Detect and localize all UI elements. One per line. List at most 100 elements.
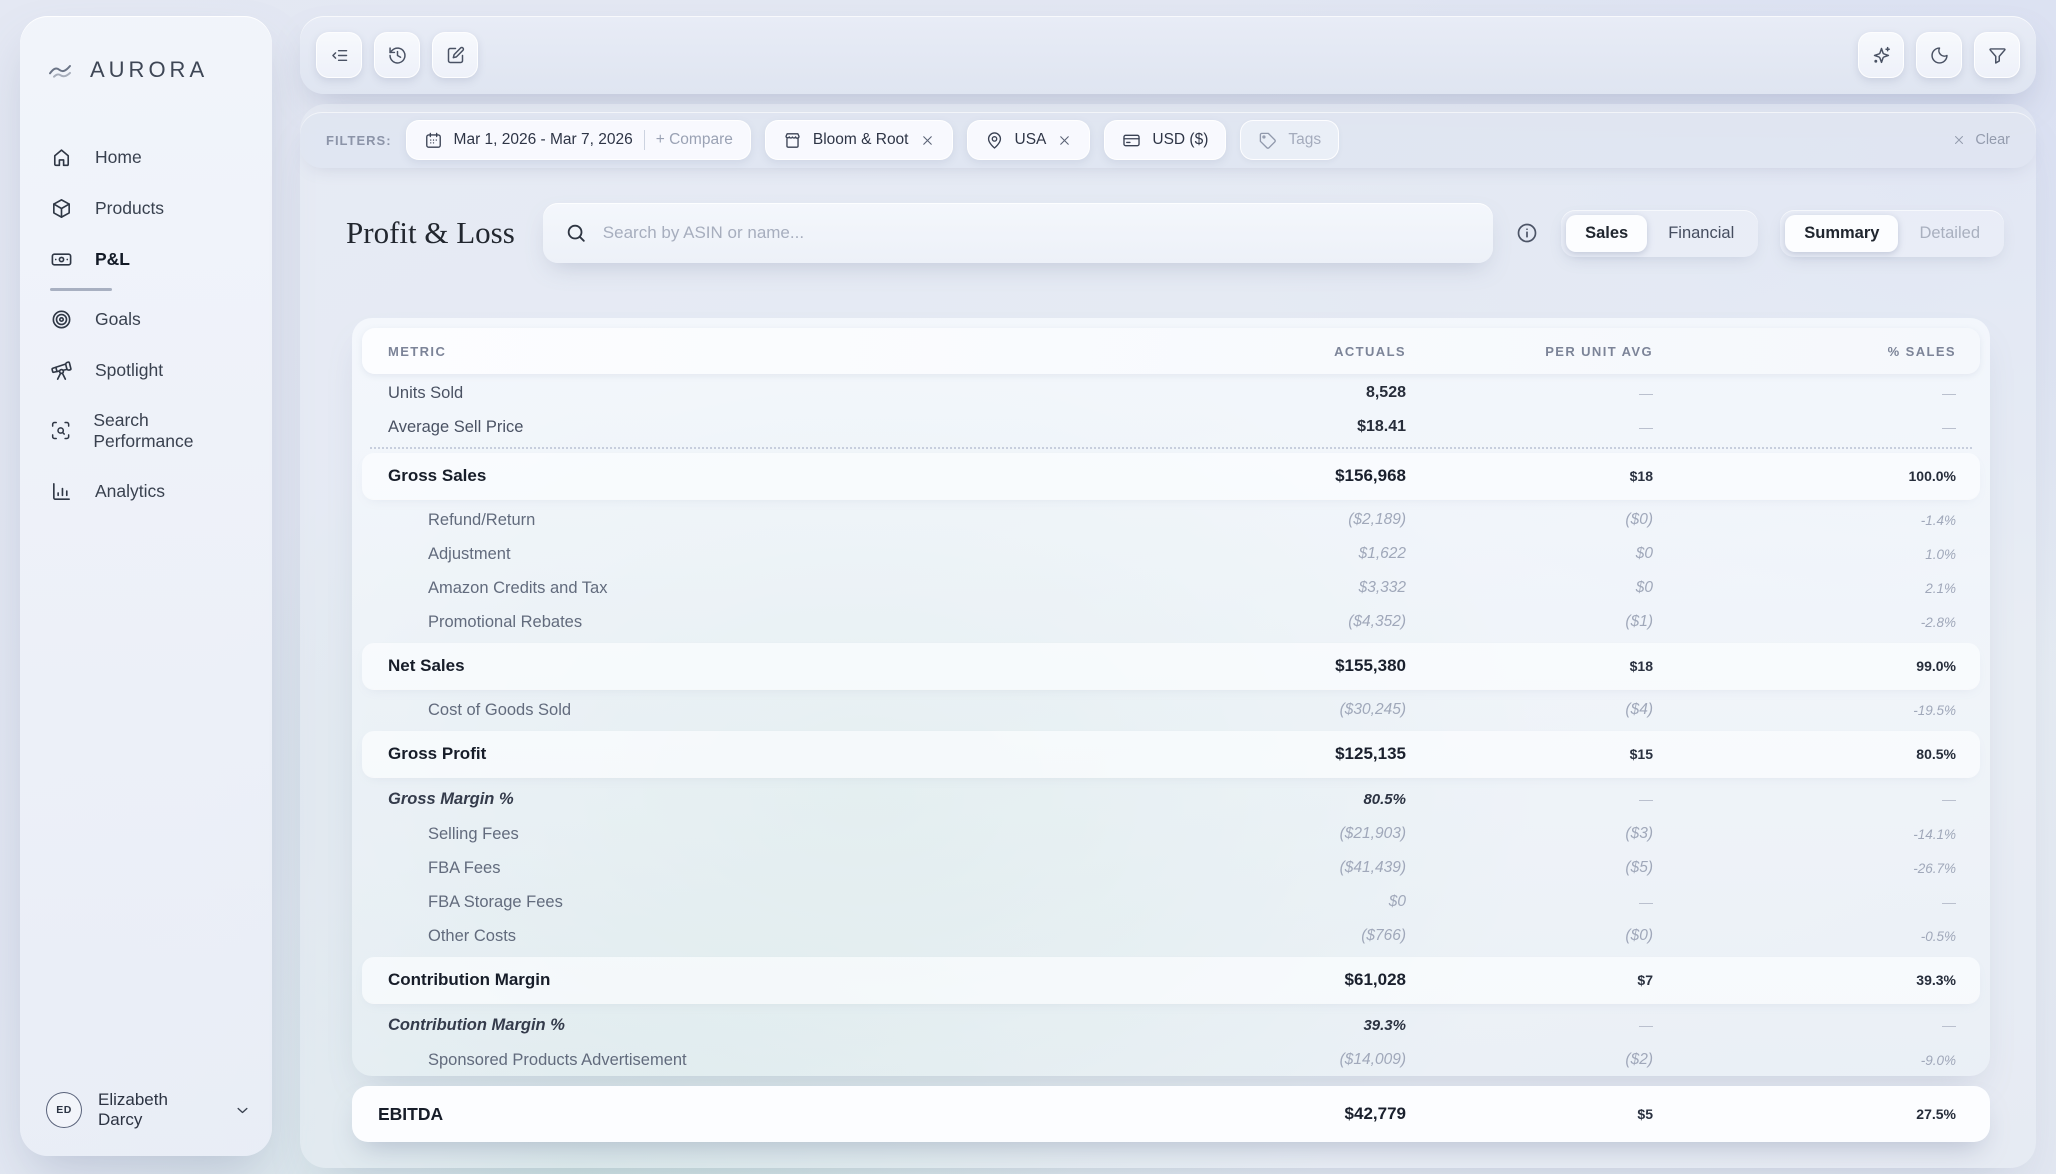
actuals-cell: $42,779 — [1345, 1104, 1406, 1124]
panel-collapse-button[interactable] — [316, 32, 362, 78]
table-row-contribution-margin: Contribution Margin$61,028$739.3% — [362, 957, 1980, 1003]
remove-filter-icon[interactable] — [920, 133, 935, 148]
history-button[interactable] — [374, 32, 420, 78]
actuals-cell: 80.5% — [1363, 791, 1406, 808]
sidebar-item-analytics[interactable]: Analytics — [20, 466, 272, 517]
filter-pill-usa[interactable]: USA — [967, 120, 1091, 160]
moon-button[interactable] — [1916, 32, 1962, 78]
sparkles-button[interactable] — [1858, 32, 1904, 78]
pct-sales-cell: 80.5% — [1916, 746, 1956, 762]
tag-icon — [1258, 131, 1277, 150]
sidebar-item-spotlight[interactable]: Spotlight — [20, 345, 272, 396]
filter-pill-bloom-root[interactable]: Bloom & Root — [765, 120, 953, 160]
pill-divider — [644, 130, 645, 150]
column-header-per-unit-avg: PER UNIT AVG — [1406, 344, 1653, 359]
segment-option-sales[interactable]: Sales — [1566, 215, 1647, 252]
actuals-cell: ($14,009) — [1340, 1051, 1406, 1069]
brand-name: AURORA — [90, 57, 208, 83]
filter-pill-tags[interactable]: Tags — [1240, 120, 1339, 160]
funnel-icon — [1987, 45, 2008, 66]
table-header-row: METRIC ACTUALS PER UNIT AVG % SALES — [362, 328, 1980, 374]
sidebar-item-label: Spotlight — [95, 360, 163, 381]
view-toggle: SalesFinancial — [1561, 210, 1758, 257]
search-input[interactable] — [543, 203, 1493, 263]
pct-sales-cell: 2.1% — [1925, 581, 1956, 596]
pct-sales-cell: 39.3% — [1916, 972, 1956, 988]
chevron-down-icon[interactable] — [233, 1101, 252, 1120]
brand-logo: AURORA — [20, 42, 272, 98]
actuals-cell: $156,968 — [1335, 466, 1406, 486]
sidebar-item-label: P&L — [95, 249, 130, 270]
actuals-cell: ($4,352) — [1348, 613, 1406, 631]
per-unit-avg-cell: ($4) — [1625, 701, 1653, 719]
actuals-cell: 39.3% — [1363, 1017, 1406, 1034]
table-row-adjustment: Adjustment$1,622$01.0% — [362, 537, 1980, 571]
home-icon — [50, 146, 73, 169]
pct-sales-cell: 100.0% — [1909, 468, 1956, 484]
actuals-cell: $1,622 — [1359, 545, 1406, 563]
panel-collapse-icon — [329, 45, 350, 66]
page-header: Profit & Loss SalesFinancial SummaryDeta… — [346, 200, 2004, 266]
table-row-units-sold: Units Sold8,528—— — [362, 376, 1980, 410]
card-icon — [1122, 131, 1141, 150]
table-row-contribution-margin: Contribution Margin %39.3%—— — [362, 1007, 1980, 1043]
pct-sales-cell: -1.4% — [1921, 513, 1956, 528]
main-area: FILTERS: Mar 1, 2026 - Mar 7, 2026 + Com… — [300, 0, 2036, 1174]
table-row-selling-fees: Selling Fees($21,903)($3)-14.1% — [362, 817, 1980, 851]
content-panel: FILTERS: Mar 1, 2026 - Mar 7, 2026 + Com… — [300, 104, 2036, 1168]
metric-cell: Contribution Margin % — [388, 1016, 565, 1035]
filter-pill-label: USD ($) — [1152, 131, 1208, 149]
banknote-icon — [50, 248, 73, 271]
per-unit-avg-cell: ($0) — [1625, 927, 1653, 945]
actuals-cell: $155,380 — [1335, 656, 1406, 676]
filter-pills: Bloom & Root USA USD ($) Tags — [765, 120, 1339, 160]
per-unit-avg-cell: $18 — [1630, 468, 1653, 484]
remove-filter-icon[interactable] — [1057, 133, 1072, 148]
date-range-filter[interactable]: Mar 1, 2026 - Mar 7, 2026 + Compare — [406, 120, 751, 160]
per-unit-avg-cell: — — [1639, 1017, 1653, 1033]
pct-sales-cell: -14.1% — [1913, 827, 1956, 842]
sidebar-item-search-performance[interactable]: Search Performance — [20, 396, 272, 466]
sidebar-item-products[interactable]: Products — [20, 183, 272, 234]
metric-cell: FBA Storage Fees — [428, 893, 563, 912]
segment-option-summary[interactable]: Summary — [1785, 215, 1898, 252]
compare-button[interactable]: + Compare — [656, 131, 733, 149]
pin-icon — [985, 131, 1004, 150]
filter-pill-usd[interactable]: USD ($) — [1104, 120, 1226, 160]
funnel-button[interactable] — [1974, 32, 2020, 78]
page-title: Profit & Loss — [346, 215, 515, 251]
per-unit-avg-cell: ($5) — [1625, 859, 1653, 877]
bar-chart-icon — [50, 480, 73, 503]
pct-sales-cell: — — [1942, 419, 1956, 435]
table-row-gross-margin: Gross Margin %80.5%—— — [362, 781, 1980, 817]
sidebar-item-home[interactable]: Home — [20, 132, 272, 183]
metric-cell: Net Sales — [388, 656, 465, 676]
actuals-cell: ($766) — [1361, 927, 1406, 945]
per-unit-avg-cell: — — [1639, 419, 1653, 435]
square-pen-button[interactable] — [432, 32, 478, 78]
sidebar-item-p-l[interactable]: P&L — [20, 234, 272, 285]
segment-option-financial[interactable]: Financial — [1649, 215, 1753, 252]
per-unit-avg-cell: — — [1639, 385, 1653, 401]
clear-filters-button[interactable]: Clear — [1952, 132, 2010, 148]
sidebar-item-label: Goals — [95, 309, 141, 330]
pct-sales-cell: -2.8% — [1921, 615, 1956, 630]
per-unit-avg-cell: — — [1639, 894, 1653, 910]
sidebar-item-label: Search Performance — [93, 410, 242, 452]
sidebar: AURORA HomeProducts P&L Goals Spotlight Sear… — [20, 16, 272, 1156]
pct-sales-cell: -9.0% — [1921, 1053, 1956, 1068]
metric-cell: Refund/Return — [428, 511, 535, 530]
metric-cell: Gross Sales — [388, 466, 486, 486]
mode-toggle: SummaryDetailed — [1780, 210, 2004, 257]
info-icon[interactable] — [1515, 221, 1539, 245]
square-pen-icon — [445, 45, 466, 66]
pct-sales-cell: 99.0% — [1916, 658, 1956, 674]
segment-option-detailed[interactable]: Detailed — [1900, 215, 1999, 252]
per-unit-avg-cell: $18 — [1630, 658, 1653, 674]
user-menu[interactable]: ED Elizabeth Darcy — [46, 1090, 252, 1130]
table-row-amazon-credits-and-tax: Amazon Credits and Tax$3,332$02.1% — [362, 571, 1980, 605]
table-row-cost-of-goods-sold: Cost of Goods Sold($30,245)($4)-19.5% — [362, 693, 1980, 727]
actuals-cell: ($41,439) — [1340, 859, 1406, 877]
table-row-ebitda: EBITDA$42,779$527.5% — [352, 1086, 1990, 1142]
sidebar-item-goals[interactable]: Goals — [20, 294, 272, 345]
